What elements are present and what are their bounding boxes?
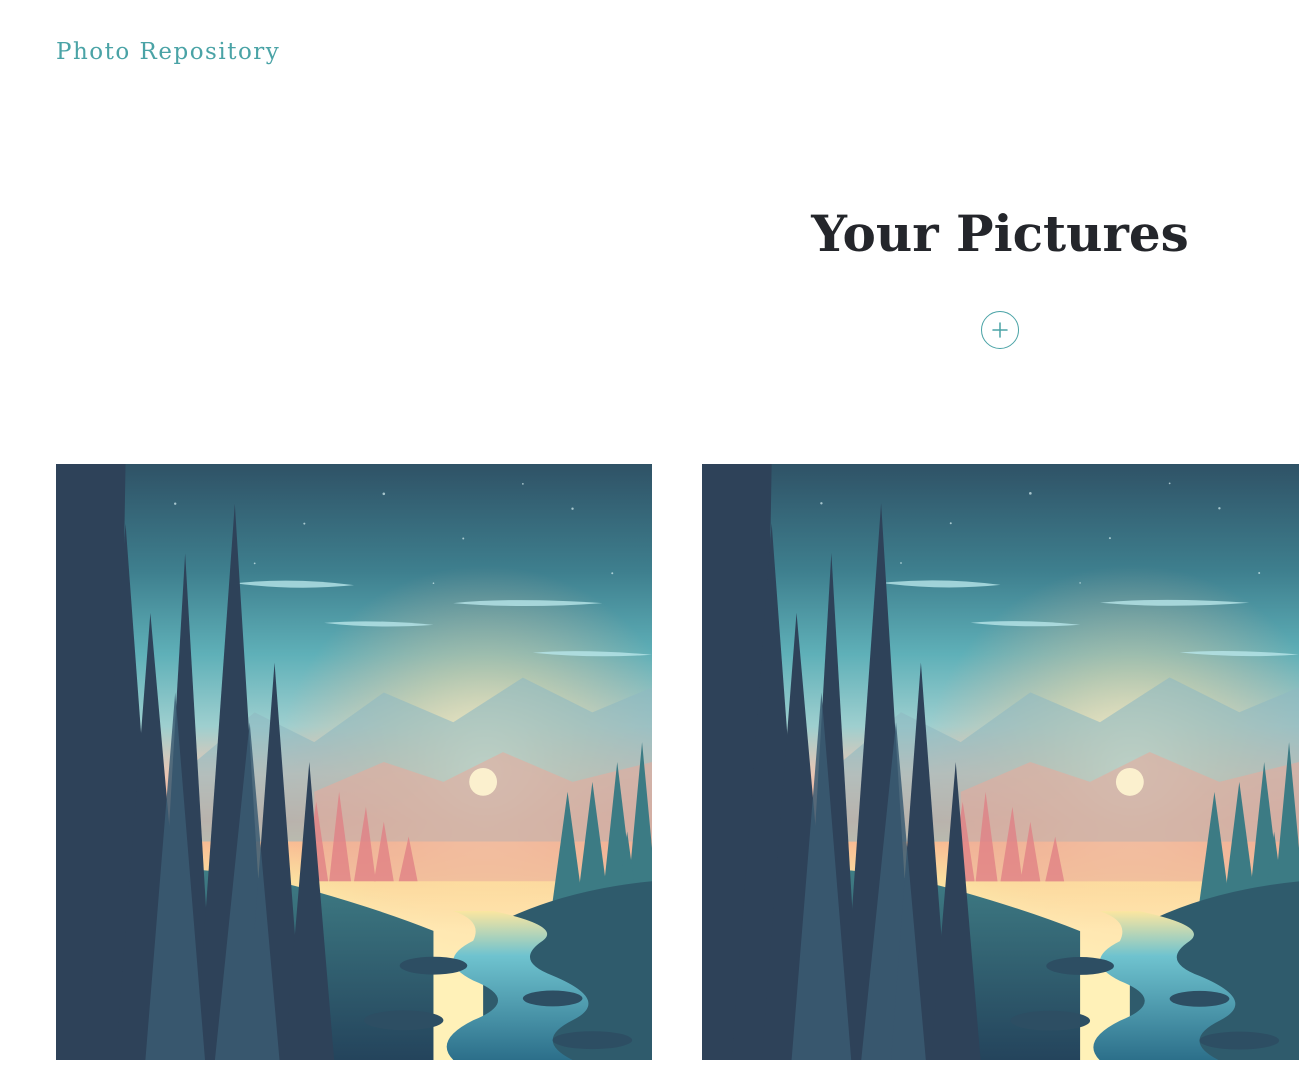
landscape-image [702,464,1299,1060]
page-title: Your Pictures [811,204,1189,263]
photo-thumbnail[interactable] [702,464,1299,1060]
landscape-image [56,464,652,1060]
photo-thumbnail[interactable] [56,464,652,1060]
add-photo-button[interactable] [981,311,1019,349]
brand-title-link[interactable]: Photo Repository [56,36,280,68]
plus-icon [992,322,1008,338]
